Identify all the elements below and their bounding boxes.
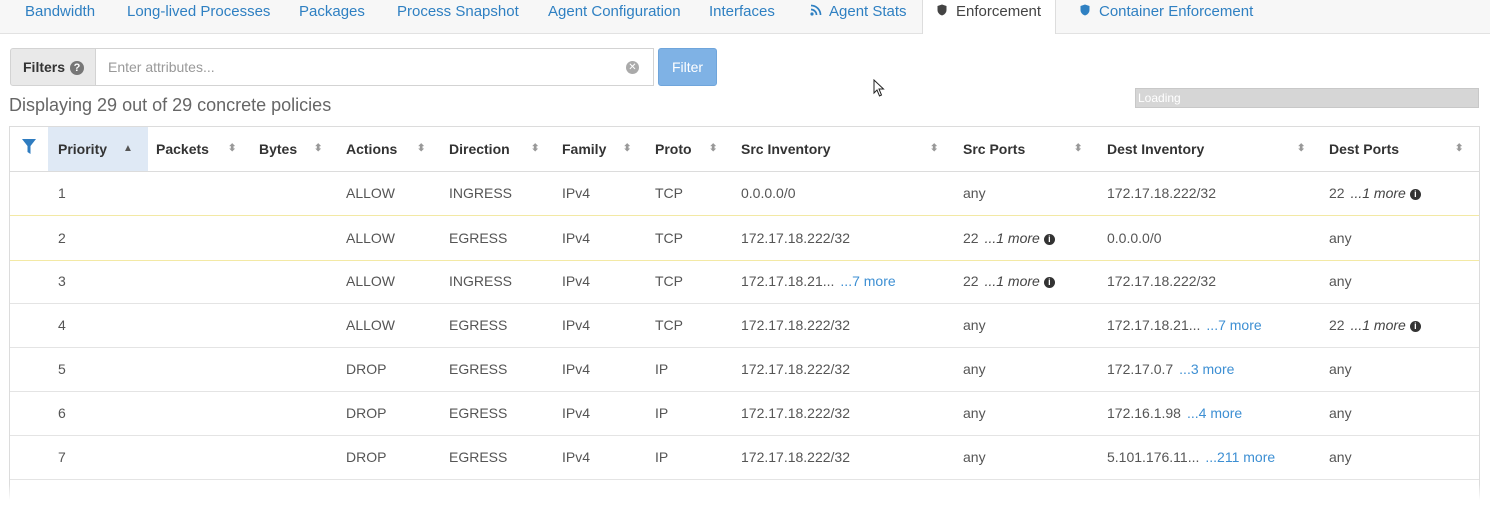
info-icon[interactable]: i	[1043, 233, 1055, 245]
help-icon[interactable]: ?	[70, 61, 85, 76]
column-actions[interactable]: Actions ⬍	[346, 127, 436, 171]
table-row[interactable]: 1 ALLOW INGRESS IPv4 TCP 0.0.0.0/0 any 1…	[10, 171, 1479, 216]
tab-enforcement[interactable]: Enforcement	[922, 0, 1057, 34]
info-icon[interactable]: i	[1409, 188, 1421, 200]
sort-ascending-icon: ▲	[123, 143, 133, 154]
tab-container-enforcement[interactable]: Container Enforcement	[1080, 0, 1253, 33]
clear-icon[interactable]: ✕	[626, 61, 639, 74]
tab-long-lived-processes[interactable]: Long-lived Processes	[127, 0, 270, 33]
table-row[interactable]: 4 ALLOW EGRESS IPv4 TCP 172.17.18.222/32…	[10, 303, 1479, 348]
tab-agent-stats[interactable]: Agent Stats	[810, 0, 907, 33]
sort-icon: ⬍	[930, 143, 939, 154]
sort-icon: ⬍	[709, 143, 718, 154]
column-src-inventory[interactable]: Src Inventory ⬍	[741, 127, 951, 171]
table-row[interactable]: 2 ALLOW EGRESS IPv4 TCP 172.17.18.222/32…	[10, 215, 1479, 261]
column-bytes[interactable]: Bytes ⬍	[259, 127, 339, 171]
more-link[interactable]: ...3 more	[1179, 361, 1234, 377]
filter-button[interactable]: Filter	[658, 48, 717, 86]
sort-icon: ⬍	[228, 143, 237, 154]
sort-icon: ⬍	[314, 143, 323, 154]
filter-funnel-icon[interactable]	[22, 139, 36, 155]
tab-bandwidth[interactable]: Bandwidth	[25, 0, 95, 33]
sort-icon: ⬍	[1455, 143, 1464, 154]
info-icon[interactable]: i	[1409, 320, 1421, 332]
scroll-fade	[0, 484, 1490, 511]
table-row[interactable]: 7 DROP EGRESS IPv4 IP 172.17.18.222/32 a…	[10, 435, 1479, 480]
column-dest-inventory[interactable]: Dest Inventory ⬍	[1107, 127, 1317, 171]
column-priority[interactable]: Priority ▲	[48, 127, 148, 171]
tab-process-snapshot[interactable]: Process Snapshot	[397, 0, 519, 33]
tab-bar: Bandwidth Long-lived Processes Packages …	[0, 0, 1490, 34]
column-direction[interactable]: Direction ⬍	[449, 127, 549, 171]
more-link[interactable]: ...211 more	[1205, 449, 1275, 465]
table-row[interactable]: 6 DROP EGRESS IPv4 IP 172.17.18.222/32 a…	[10, 391, 1479, 436]
more-link[interactable]: ...1 more	[1351, 185, 1406, 201]
filters-label: Filters?	[10, 48, 96, 86]
sort-icon: ⬍	[531, 143, 540, 154]
more-link[interactable]: ...7 more	[840, 273, 895, 289]
shield-icon	[937, 1, 950, 24]
shield-icon	[1080, 1, 1093, 24]
more-link[interactable]: ...4 more	[1187, 405, 1242, 421]
display-count: Displaying 29 out of 29 concrete policie…	[9, 95, 332, 115]
more-link[interactable]: ...1 more	[985, 273, 1040, 289]
table-header: Priority ▲ Packets ⬍ Bytes ⬍ Actions ⬍ Direc…	[10, 127, 1479, 172]
tab-packages[interactable]: Packages	[299, 0, 365, 33]
sort-icon: ⬍	[1297, 143, 1306, 154]
table-row[interactable]: 3 ALLOW INGRESS IPv4 TCP 172.17.18.21...…	[10, 259, 1479, 304]
loading-indicator: Loading	[1135, 88, 1479, 108]
column-packets[interactable]: Packets ⬍	[156, 127, 256, 171]
sort-icon: ⬍	[417, 143, 426, 154]
more-link[interactable]: ...1 more	[1351, 317, 1406, 333]
column-family[interactable]: Family ⬍	[562, 127, 642, 171]
filter-attributes-input[interactable]	[96, 48, 654, 86]
column-dest-ports[interactable]: Dest Ports ⬍	[1329, 127, 1469, 171]
info-icon[interactable]: i	[1043, 276, 1055, 288]
more-link[interactable]: ...7 more	[1206, 317, 1261, 333]
mouse-cursor-icon	[873, 78, 885, 102]
more-link[interactable]: ...1 more	[985, 230, 1040, 246]
policies-table: Priority ▲ Packets ⬍ Bytes ⬍ Actions ⬍ Direc…	[9, 126, 1480, 511]
column-proto[interactable]: Proto ⬍	[655, 127, 735, 171]
rss-icon	[810, 1, 823, 24]
column-src-ports[interactable]: Src Ports ⬍	[963, 127, 1093, 171]
tab-interfaces[interactable]: Interfaces	[709, 0, 775, 33]
table-row[interactable]: 5 DROP EGRESS IPv4 IP 172.17.18.222/32 a…	[10, 347, 1479, 392]
tab-agent-configuration[interactable]: Agent Configuration	[548, 0, 681, 33]
sort-icon: ⬍	[1074, 143, 1083, 154]
sort-icon: ⬍	[623, 143, 632, 154]
